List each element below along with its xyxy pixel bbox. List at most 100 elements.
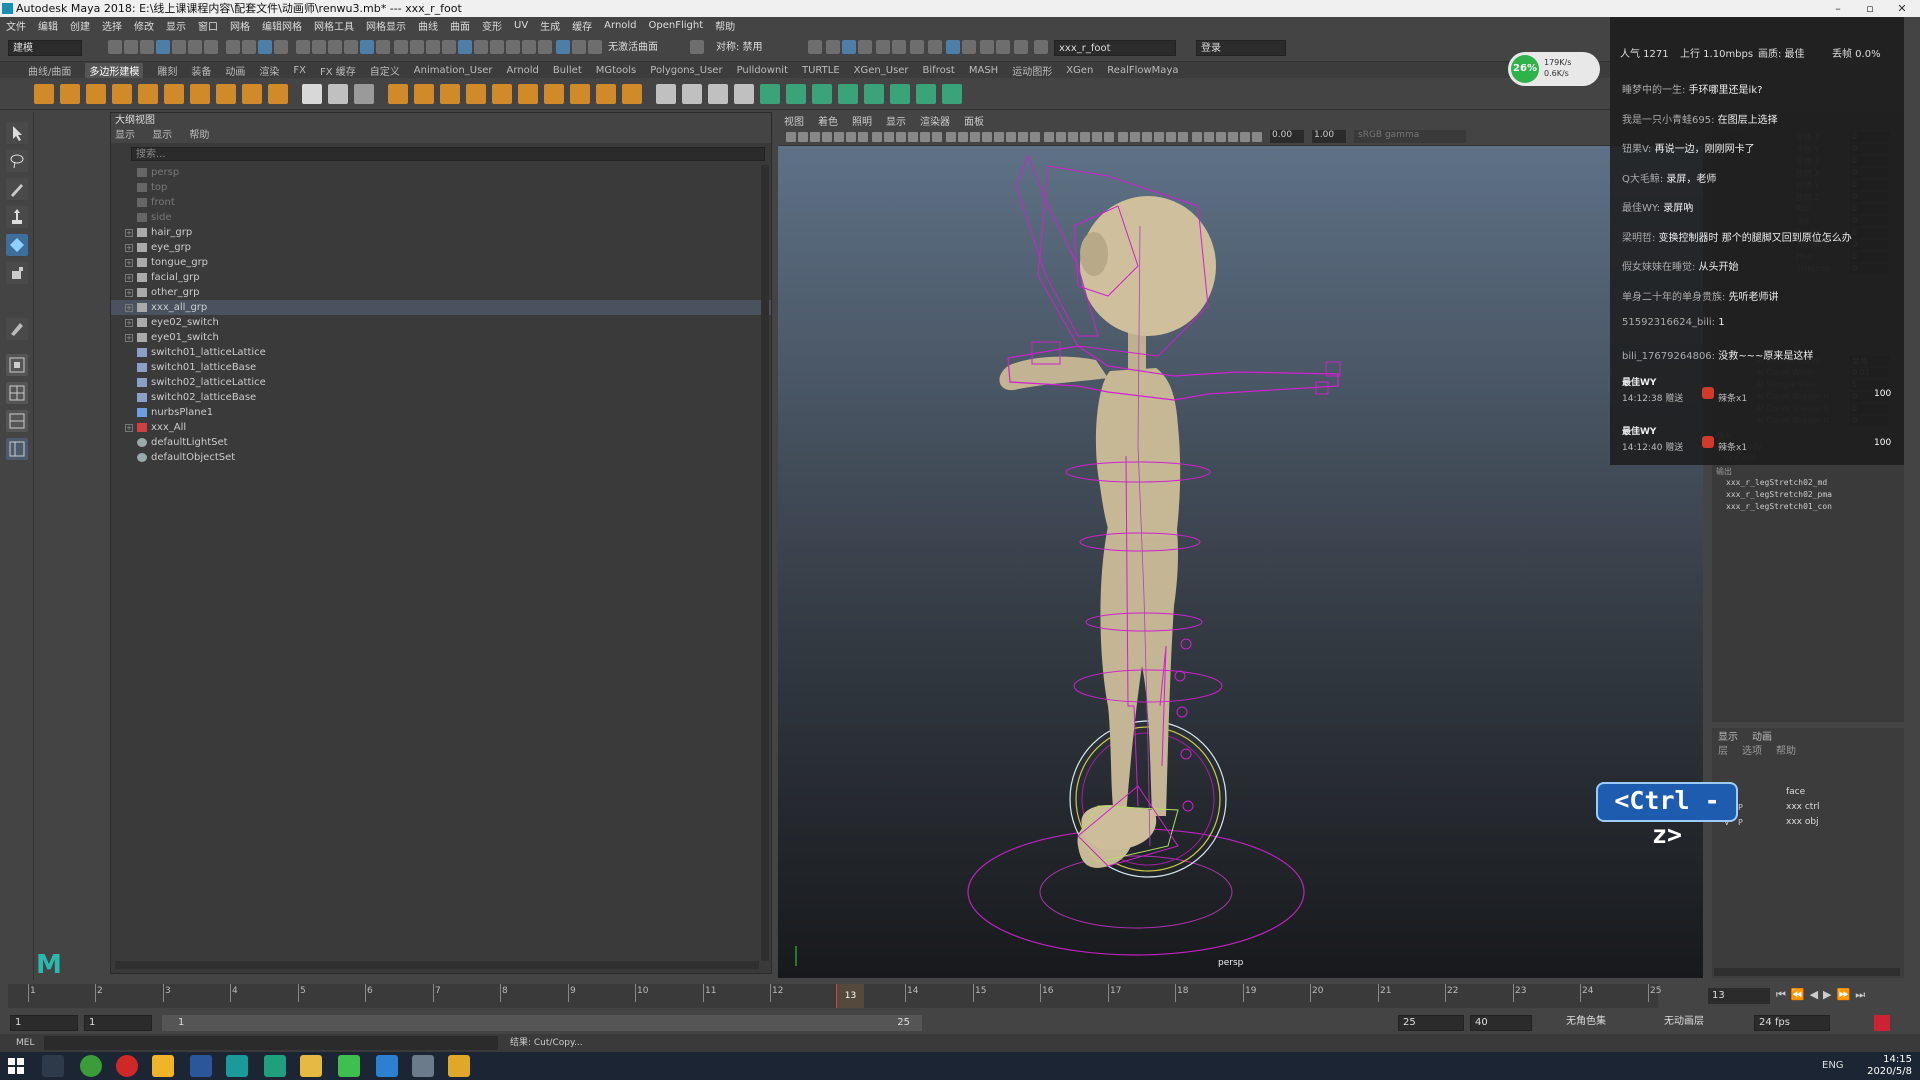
viewport-tool-icon[interactable] [1154, 132, 1164, 142]
display-layer-row[interactable]: VPxxx ctrl [1716, 801, 1900, 815]
viewport-menu-item[interactable]: 着色 [818, 113, 838, 128]
outliner-item[interactable]: + eye_grp [111, 240, 771, 255]
auto-key-icon[interactable] [1874, 1015, 1890, 1031]
close-button[interactable]: ✕ [1888, 0, 1916, 17]
viewport-tool-icon[interactable] [1080, 132, 1090, 142]
viewport-tool-icon[interactable] [932, 132, 942, 142]
viewport-menu-item[interactable]: 面板 [964, 113, 984, 128]
shelf-tab[interactable]: Bullet [553, 65, 582, 76]
viewport-tool-icon[interactable] [1018, 132, 1028, 142]
status-tool-icon[interactable] [588, 40, 602, 54]
shelf-tool-icon[interactable] [734, 84, 754, 104]
viewport-tool-icon[interactable] [1056, 132, 1066, 142]
character-set-dropdown[interactable]: 无角色集 [1562, 1015, 1652, 1031]
status-tool-icon[interactable] [490, 40, 504, 54]
status-tool-icon[interactable] [522, 40, 536, 54]
status-tool-icon[interactable] [124, 40, 138, 54]
viewport-tool-icon[interactable] [1178, 132, 1188, 142]
outliner-item[interactable]: + hair_grp [111, 225, 771, 240]
minimize-button[interactable]: – [1824, 0, 1852, 17]
outliner-item[interactable]: front [111, 195, 771, 210]
shelf-tab[interactable]: Animation_User [414, 65, 493, 76]
status-tool-icon[interactable] [376, 40, 390, 54]
two-pane-layout-icon[interactable] [6, 410, 28, 432]
menu-item[interactable]: 曲线 [418, 18, 438, 33]
shelf-tool-icon[interactable] [942, 84, 962, 104]
viewport-tool-icon[interactable] [1030, 132, 1040, 142]
outliner-item[interactable]: top [111, 180, 771, 195]
time-ruler[interactable]: 1234567891011121314151617181920212223242… [8, 984, 1661, 1008]
windows-start-icon[interactable] [8, 1058, 24, 1074]
shelf-tool-icon[interactable] [596, 84, 616, 104]
shelf-tool-icon[interactable] [164, 84, 184, 104]
symmetry-dropdown[interactable]: 对称: 禁用 [712, 40, 772, 56]
shelf-tool-icon[interactable] [760, 84, 780, 104]
status-tool-icon[interactable] [328, 40, 342, 54]
word-icon[interactable] [190, 1055, 212, 1077]
layer-playback-toggle[interactable]: P [1738, 803, 1748, 813]
viewport-tool-icon[interactable] [846, 132, 856, 142]
status-tool-icon[interactable] [962, 40, 976, 54]
expand-icon[interactable]: + [125, 304, 133, 312]
single-pane-layout-icon[interactable] [6, 354, 28, 376]
outliner-item[interactable]: + tongue_grp [111, 255, 771, 270]
menu-item[interactable]: 帮助 [715, 18, 735, 33]
four-pane-layout-icon[interactable] [6, 382, 28, 404]
current-frame-field[interactable]: 13 [1708, 988, 1770, 1004]
shelf-tab[interactable]: 运动图形 [1012, 63, 1052, 78]
outliner-item[interactable]: + eye01_switch [111, 330, 771, 345]
layer-menu-help[interactable]: 帮助 [1776, 742, 1796, 757]
viewport-tool-icon[interactable] [1240, 132, 1250, 142]
status-tool-icon[interactable] [996, 40, 1010, 54]
shelf-tool-icon[interactable] [812, 84, 832, 104]
outliner-item[interactable]: switch02_latticeLattice [111, 375, 771, 390]
viewport-menu-item[interactable]: 渲染器 [920, 113, 950, 128]
status-tool-icon[interactable] [946, 40, 960, 54]
shelf-tab[interactable]: FX [293, 65, 306, 76]
viewport-tool-icon[interactable] [1216, 132, 1226, 142]
viewport-tool-icon[interactable] [908, 132, 918, 142]
output-node[interactable]: xxx_r_legStretch02_md [1726, 478, 1910, 490]
viewport-tool-icon[interactable] [810, 132, 820, 142]
tab-anim-layers[interactable]: 动画 [1752, 728, 1772, 743]
status-tool-icon[interactable] [296, 40, 310, 54]
menu-item[interactable]: 创建 [70, 18, 90, 33]
shelf-tool-icon[interactable] [34, 84, 54, 104]
shelf-tool-icon[interactable] [414, 84, 434, 104]
rotate-tool-icon[interactable] [6, 234, 28, 256]
shelf-tool-icon[interactable] [112, 84, 132, 104]
shelf-tool-icon[interactable] [518, 84, 538, 104]
status-tool-icon[interactable] [108, 40, 122, 54]
menu-item[interactable]: 选择 [102, 18, 122, 33]
menu-item[interactable]: 网格显示 [366, 18, 406, 33]
shelf-tab[interactable]: 曲线/曲面 [28, 63, 71, 78]
viewport-menu-item[interactable]: 照明 [852, 113, 872, 128]
expand-icon[interactable]: + [125, 229, 133, 237]
viewport-tool-icon[interactable] [920, 132, 930, 142]
shelf-tool-icon[interactable] [60, 84, 80, 104]
shelf-tool-icon[interactable] [302, 84, 322, 104]
select-tool-icon[interactable] [6, 122, 28, 144]
start-time-field[interactable]: 1 [10, 1015, 78, 1031]
app-360-icon[interactable] [80, 1055, 102, 1077]
shelf-tool-icon[interactable] [890, 84, 910, 104]
menu-item[interactable]: 修改 [134, 18, 154, 33]
expand-icon[interactable]: + [125, 259, 133, 267]
viewport-tool-icon[interactable] [1166, 132, 1176, 142]
login-dropdown[interactable]: 登录 [1196, 40, 1286, 56]
viewport-tool-icon[interactable] [834, 132, 844, 142]
outliner-item[interactable]: + xxx_All [111, 420, 771, 435]
shelf-tab[interactable]: 渲染 [259, 63, 279, 78]
end-time-field[interactable]: 25 [1398, 1015, 1464, 1031]
status-tool-icon[interactable] [258, 40, 272, 54]
shelf-tool-icon[interactable] [864, 84, 884, 104]
viewport-tool-icon[interactable] [1068, 132, 1078, 142]
mel-input[interactable] [44, 1036, 498, 1050]
maximize-button[interactable]: ▫ [1856, 0, 1884, 17]
shelf-tab[interactable]: Bifrost [923, 65, 955, 76]
status-tool-icon[interactable] [188, 40, 202, 54]
layer-playback-toggle[interactable] [1738, 788, 1748, 798]
output-node[interactable]: xxx_r_legStretch01_con [1726, 502, 1910, 514]
outliner-item[interactable]: + xxx_all_grp [111, 300, 771, 315]
viewport-tool-icon[interactable] [1204, 132, 1214, 142]
